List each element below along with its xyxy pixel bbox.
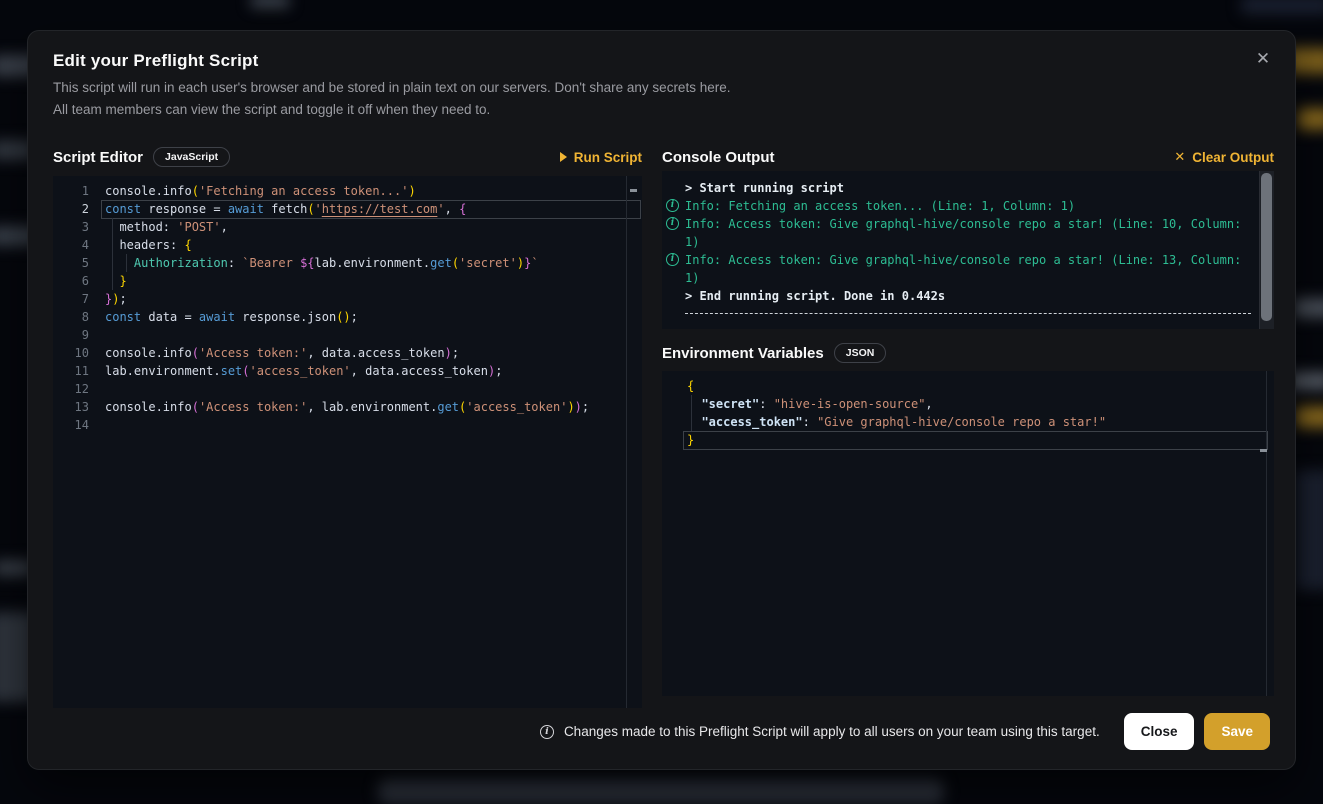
dialog-footer: i Changes made to this Preflight Script … [540,713,1270,750]
bg-blur-shape [1297,108,1323,130]
editor-scroll-edge [626,176,627,708]
code-line[interactable]: { [687,377,1274,395]
bg-blur-shape [1295,406,1323,428]
line-number: 14 [53,416,89,434]
info-icon: i [666,217,679,230]
console-output-title: Console Output [662,149,775,166]
line-number: 6 [53,272,89,290]
code-line[interactable]: 9 [53,326,642,344]
console-entry: > Start running script [662,179,1252,197]
bg-blur-shape [1241,0,1323,14]
editor-scroll-edge [1266,371,1267,696]
console-output[interactable]: > Start running script i Info: Fetching an… [662,171,1274,329]
code-line[interactable]: 14 [53,416,642,434]
overview-ruler-mark [1260,449,1267,452]
close-button[interactable]: Close [1124,713,1195,750]
env-vars-header: Environment Variables JSON [662,340,1274,366]
dialog-description-line1: This script will run in each user's brow… [53,77,730,99]
script-editor-title: Script Editor [53,149,143,166]
dialog-description: This script will run in each user's brow… [53,77,730,121]
run-script-button[interactable]: Run Script [560,150,642,165]
line-number: 8 [53,308,89,326]
code-line[interactable]: 11lab.environment.set('access_token', da… [53,362,642,380]
clear-output-label: Clear Output [1192,150,1274,165]
clear-output-button[interactable]: ✕ Clear Output [1174,149,1274,165]
line-number: 13 [53,398,89,416]
line-number: 3 [53,218,89,236]
console-separator [685,313,1251,314]
console-entry-text: Info: Access token: Give graphql-hive/co… [685,253,1241,285]
line-number: 4 [53,236,89,254]
json-badge: JSON [834,343,887,363]
footer-notice: i Changes made to this Preflight Script … [540,724,1100,739]
code-line[interactable]: 5 Authorization: `Bearer ${lab.environme… [53,254,642,272]
indent-guide [691,395,692,431]
code-line[interactable]: 4 headers: { [53,236,642,254]
indent-guide [112,218,113,290]
line-number: 1 [53,182,89,200]
save-button[interactable]: Save [1204,713,1270,750]
bg-blur-shape [250,0,290,8]
script-editor-header: Script Editor JavaScript Run Script [53,144,642,170]
console-scrollbar-track[interactable] [1259,171,1274,329]
info-icon: i [666,199,679,212]
javascript-badge: JavaScript [153,147,230,167]
info-icon: i [540,725,554,739]
clear-icon: ✕ [1174,149,1185,165]
code-line[interactable]: 13console.info('Access token:', lab.envi… [53,398,642,416]
console-entry-text: > Start running script [685,181,844,195]
line-number: 12 [53,380,89,398]
code-line[interactable]: 6 } [53,272,642,290]
console-entry-text: > End running script. Done in 0.442s [685,289,945,303]
line-number: 2 [53,200,89,218]
page-title: Edit your Preflight Script [53,51,258,71]
run-script-label: Run Script [574,150,642,165]
console-entry-text: Info: Access token: Give graphql-hive/co… [685,217,1241,249]
preflight-script-dialog: ✕ Edit your Preflight Script This script… [27,30,1296,770]
console-entry: i Info: Access token: Give graphql-hive/c… [662,251,1252,287]
overview-ruler-mark [630,189,637,192]
env-current-line-highlight [683,431,1268,450]
footer-notice-text: Changes made to this Preflight Script wi… [564,724,1100,739]
line-number: 11 [53,362,89,380]
code-line[interactable]: 1console.info('Fetching an access token.… [53,182,642,200]
dialog-description-line2: All team members can view the script and… [53,99,730,121]
script-code-lines[interactable]: 1console.info('Fetching an access token.… [53,182,642,434]
console-entry: i Info: Access token: Give graphql-hive/c… [662,215,1252,251]
line-number: 10 [53,344,89,362]
play-icon [560,152,567,162]
console-entry-text: Info: Fetching an access token... (Line:… [685,199,1075,213]
code-line[interactable]: 10console.info('Access token:', data.acc… [53,344,642,362]
code-line[interactable]: "secret": "hive-is-open-source", [687,395,1274,413]
code-line[interactable]: 3 method: 'POST', [53,218,642,236]
console-entry: i Info: Fetching an access token... (Line… [662,197,1252,215]
console-header: Console Output ✕ Clear Output [662,144,1274,170]
console-scrollbar-thumb[interactable] [1261,173,1272,321]
info-icon: i [666,253,679,266]
line-number: 9 [53,326,89,344]
code-line[interactable]: 7}); [53,290,642,308]
close-icon[interactable]: ✕ [1249,45,1277,73]
indent-guide [126,254,127,272]
code-line[interactable]: 12 [53,380,642,398]
script-editor[interactable]: 1console.info('Fetching an access token.… [53,176,642,708]
console-entries: > Start running script i Info: Fetching an… [662,179,1254,314]
env-vars-title: Environment Variables [662,345,824,362]
code-line[interactable]: 8const data = await response.json(); [53,308,642,326]
console-entry: > End running script. Done in 0.442s [662,287,1252,305]
bg-blur-shape [1293,298,1323,318]
line-number: 7 [53,290,89,308]
code-line[interactable]: "access_token": "Give graphql-hive/conso… [687,413,1274,431]
current-line-highlight [101,200,641,219]
line-number: 5 [53,254,89,272]
env-vars-editor[interactable]: { "secret": "hive-is-open-source", "acce… [662,371,1274,696]
bg-blur-shape [378,778,944,804]
bg-blur-shape [1295,470,1323,590]
